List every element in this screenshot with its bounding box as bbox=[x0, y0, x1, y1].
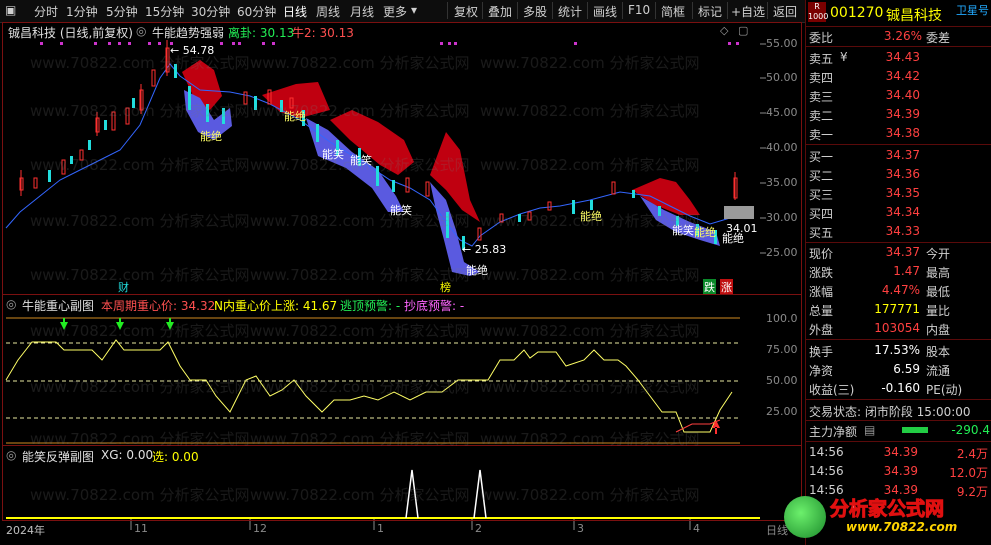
watermark: www.70822.com 分析家公式网 bbox=[480, 102, 700, 120]
stat-row-volume: 总量 177771 量比 bbox=[809, 302, 951, 318]
watermark: www.70822.com 分析家公式网 bbox=[480, 378, 700, 396]
watermark: www.70822.com 分析家公式网 bbox=[250, 156, 470, 174]
time-axis-label: 11 bbox=[134, 522, 148, 535]
watermark: www.70822.com 分析家公式网 bbox=[30, 486, 250, 504]
stock-name: 铖昌科技 bbox=[886, 8, 942, 24]
sub1-field3: 逃顶预警: - bbox=[340, 299, 401, 313]
sub2-title[interactable]: 能笑反弹副图 bbox=[22, 448, 94, 465]
watermark: www.70822.com 分析家公式网 bbox=[30, 266, 250, 284]
square-icon[interactable]: ▢ bbox=[738, 24, 748, 37]
watermark: www.70822.com 分析家公式网 bbox=[250, 322, 470, 340]
bid-row-5[interactable]: 买五 34.33 bbox=[806, 222, 991, 241]
time-axis-label: 3 bbox=[577, 522, 584, 535]
satellite-link[interactable]: 卫星号 bbox=[956, 2, 989, 18]
bid-row-1[interactable]: 买一 34.37 bbox=[806, 146, 991, 165]
badge-zhang: 涨 bbox=[720, 279, 733, 295]
watermark: www.70822.com 分析家公式网 bbox=[250, 54, 470, 72]
ask-row-1[interactable]: 卖一 34.38 bbox=[806, 124, 991, 143]
sub-pane-gravity[interactable] bbox=[2, 294, 802, 446]
sub1-field4: 抄底预警: - bbox=[404, 299, 465, 313]
diamond-icon[interactable]: ◇ bbox=[720, 24, 728, 37]
yen-icon: ¥ bbox=[840, 50, 848, 64]
stat-row-outer: 外盘 103054 内盘 bbox=[809, 321, 951, 337]
stat-row-change: 涨跌 1.47 最高 bbox=[809, 264, 951, 280]
quote-panel: R 1000 001270 铖昌科技 卫星号 委比 3.26% 委差 卖五 ¥34.… bbox=[805, 0, 991, 545]
watermark: www.70822.com 分析家公式网 bbox=[250, 378, 470, 396]
trade-status: 交易状态: 闭市阶段 15:00:00 bbox=[809, 405, 971, 419]
r-badge-icon: R 1000 bbox=[808, 2, 829, 22]
fin-row-turnover: 换手 17.53% 股本 bbox=[809, 343, 951, 359]
sub1-title[interactable]: 牛能重心副图 bbox=[22, 297, 94, 314]
time-axis-label: 2024年 bbox=[6, 524, 45, 537]
flow-bar bbox=[902, 427, 928, 433]
logo-leaf-icon bbox=[784, 496, 826, 538]
wei-bi-row: 委比 3.26% 委差 bbox=[809, 29, 951, 45]
fin-row-netasset: 净资 6.59 流通 bbox=[809, 362, 951, 378]
time-axis-label: 1 bbox=[377, 522, 384, 535]
stock-code: 001270 bbox=[830, 5, 884, 21]
ask-row-5[interactable]: 卖五 ¥34.43 bbox=[806, 48, 991, 67]
tick-row: 14:56 34.39 12.0万 bbox=[809, 464, 988, 480]
main-flow-row: 主力净额 ▤ -290.4 bbox=[809, 423, 990, 439]
signal-label: 能绝 bbox=[200, 130, 222, 143]
ask-row-2[interactable]: 卖二 34.39 bbox=[806, 105, 991, 124]
signal-label: 能绝 bbox=[722, 232, 744, 245]
list-icon: ▤ bbox=[864, 423, 876, 437]
watermark: www.70822.com 分析家公式网 bbox=[30, 430, 250, 448]
watermark: www.70822.com 分析家公式网 bbox=[250, 266, 470, 284]
watermark: www.70822.com 分析家公式网 bbox=[250, 102, 470, 120]
sub1-toggle-icon[interactable]: ◎ bbox=[6, 297, 16, 311]
sub1-axis-label: 100.0 bbox=[766, 312, 798, 325]
sub1-axis-label: 50.00 bbox=[766, 374, 798, 387]
watermark: www.70822.com 分析家公式网 bbox=[30, 378, 250, 396]
time-axis-label: 4 bbox=[693, 522, 700, 535]
watermark: www.70822.com 分析家公式网 bbox=[30, 322, 250, 340]
signal-dots bbox=[40, 42, 739, 45]
bid-row-4[interactable]: 买四 34.34 bbox=[806, 203, 991, 222]
sub1-field1: 本周期重心价: 34.32 bbox=[101, 299, 216, 313]
sub2-field2: 选: 0.00 bbox=[152, 450, 199, 464]
watermark: www.70822.com 分析家公式网 bbox=[30, 102, 250, 120]
ask-row-4[interactable]: 卖四 34.42 bbox=[806, 67, 991, 86]
price-axis-label: 55.00 bbox=[766, 37, 798, 50]
watermark: www.70822.com 分析家公式网 bbox=[480, 322, 700, 340]
stat-row-price: 现价 34.37 今开 bbox=[809, 245, 951, 261]
stat-row-pct: 涨幅 4.47% 最低 bbox=[809, 283, 951, 299]
watermark: www.70822.com 分析家公式网 bbox=[480, 486, 700, 504]
sub2-field1: XG: 0.00 bbox=[101, 448, 154, 462]
current-price-tag bbox=[724, 206, 754, 219]
watermark: www.70822.com 分析家公式网 bbox=[30, 156, 250, 174]
watermark: www.70822.com 分析家公式网 bbox=[480, 266, 700, 284]
price-axis-label: 50.00 bbox=[766, 71, 798, 84]
tick-row: 14:56 34.39 2.4万 bbox=[809, 445, 988, 461]
watermark: www.70822.com 分析家公式网 bbox=[480, 54, 700, 72]
sub1-field2: N内重心价上涨: 41.67 bbox=[214, 299, 338, 313]
watermark: www.70822.com 分析家公式网 bbox=[30, 54, 250, 72]
time-axis-label: 12 bbox=[253, 522, 267, 535]
watermark: www.70822.com 分析家公式网 bbox=[480, 156, 700, 174]
sub2-toggle-icon[interactable]: ◎ bbox=[6, 448, 16, 462]
watermark: www.70822.com 分析家公式网 bbox=[480, 430, 700, 448]
watermark: www.70822.com 分析家公式网 bbox=[250, 486, 470, 504]
time-axis-label: 2 bbox=[475, 522, 482, 535]
low-price-label: ← 25.83 bbox=[462, 243, 507, 256]
site-logo: 分析家公式网 www.70822.com bbox=[784, 492, 989, 544]
ask-row-3[interactable]: 卖三 34.40 bbox=[806, 86, 991, 105]
sub1-axis-label: 25.00 bbox=[766, 405, 798, 418]
watermark: www.70822.com 分析家公式网 bbox=[250, 212, 470, 230]
price-axis-label: 25.00 bbox=[766, 246, 798, 259]
watermark: www.70822.com 分析家公式网 bbox=[480, 212, 700, 230]
price-axis-label: 40.00 bbox=[766, 141, 798, 154]
bid-row-2[interactable]: 买二 34.36 bbox=[806, 165, 991, 184]
watermark: www.70822.com 分析家公式网 bbox=[30, 212, 250, 230]
price-axis-label: 35.00 bbox=[766, 176, 798, 189]
price-axis-label: 30.00 bbox=[766, 211, 798, 224]
watermark: www.70822.com 分析家公式网 bbox=[250, 430, 470, 448]
fin-row-eps: 收益(三) -0.160 PE(动) bbox=[809, 381, 963, 397]
price-axis-label: 45.00 bbox=[766, 106, 798, 119]
sub1-axis-label: 75.00 bbox=[766, 343, 798, 356]
bid-row-3[interactable]: 买三 34.35 bbox=[806, 184, 991, 203]
badge-die: 跌 bbox=[703, 279, 716, 295]
